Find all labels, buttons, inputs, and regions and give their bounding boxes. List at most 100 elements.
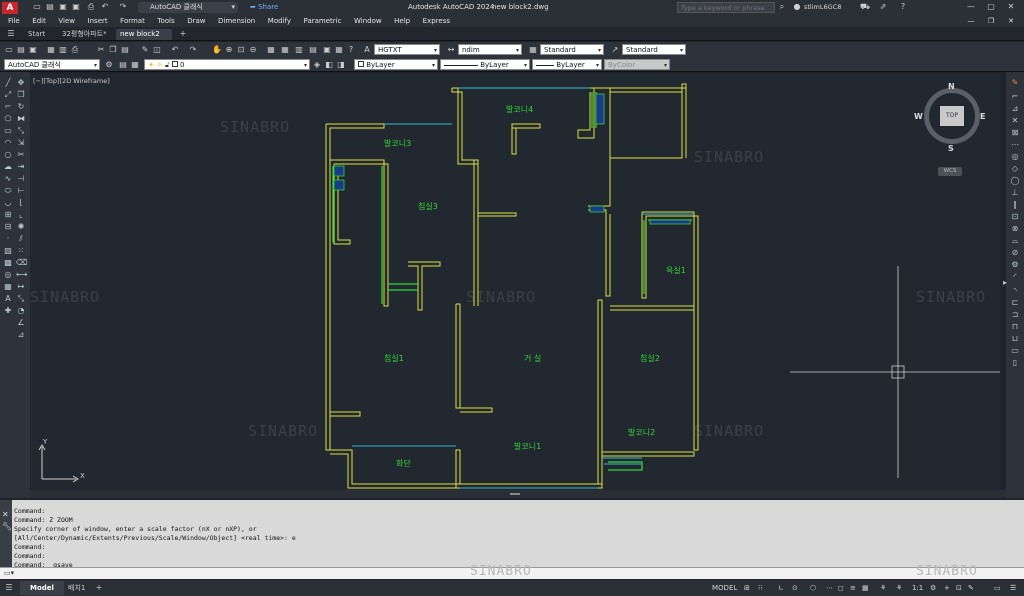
line-tool-icon[interactable]: ╱ <box>3 78 13 88</box>
compass-south[interactable]: S <box>948 144 954 153</box>
menu-edit[interactable]: Edit <box>32 15 46 27</box>
paste-icon[interactable]: ▤ <box>120 45 130 55</box>
snap-extra2-icon[interactable]: ⊐ <box>1010 310 1020 320</box>
spline-tool-icon[interactable]: ∿ <box>3 174 13 184</box>
rotate-tool-icon[interactable]: ↻ <box>16 102 26 112</box>
scroll-right-icon[interactable]: ▸ <box>1000 278 1010 288</box>
save-icon[interactable]: ▣ <box>58 2 68 12</box>
search-input[interactable] <box>677 2 775 13</box>
extend-tool-icon[interactable]: ⇥ <box>16 162 26 172</box>
help-icon[interactable]: ? <box>898 2 908 12</box>
snap-parallel-icon[interactable]: ∥ <box>1010 200 1020 210</box>
lineweight-dropdown[interactable]: ByLayer ▾ <box>532 59 602 70</box>
isolate-icon[interactable]: ✎ <box>968 583 974 593</box>
close-cmd-icon[interactable]: ✕ <box>2 510 9 519</box>
compass-west[interactable]: W <box>914 112 923 121</box>
snap-insert-icon[interactable]: ⊡ <box>1010 212 1020 222</box>
trim-tool-icon[interactable]: ✂ <box>16 150 26 160</box>
share-button[interactable]: ➦ Share <box>250 2 278 13</box>
stretch-tool-icon[interactable]: ⇲ <box>16 138 26 148</box>
snap-extra5-icon[interactable]: ▭ <box>1010 346 1020 356</box>
ellipse-arc-tool-icon[interactable]: ◡ <box>3 198 13 208</box>
drawing-area[interactable]: [−][Top][2D Wireframe] SINABRO SINABRO S… <box>30 74 1000 490</box>
markup-icon[interactable]: ▣ <box>322 45 332 55</box>
maximize-icon[interactable]: ▢ <box>986 2 996 12</box>
snap-extra3-icon[interactable]: ⊓ <box>1010 322 1020 332</box>
menu-draw[interactable]: Draw <box>187 15 205 27</box>
menu-format[interactable]: Format <box>120 15 145 27</box>
user-icon[interactable]: ● <box>792 2 802 12</box>
isodraft-icon[interactable]: ⬡ <box>810 583 816 593</box>
point-tool-icon[interactable]: · <box>3 234 13 244</box>
scroll-grip-icon[interactable] <box>510 493 520 495</box>
minimize-icon[interactable]: — <box>966 2 976 12</box>
lineweight-icon[interactable]: ≡ <box>850 583 856 593</box>
cut-icon[interactable]: ✂ <box>96 45 106 55</box>
rectangle-tool-icon[interactable]: ▭ <box>3 126 13 136</box>
tab-model[interactable]: Model <box>20 581 64 595</box>
menu-file[interactable]: File <box>8 15 20 27</box>
viewcube-top-face[interactable]: TOP <box>940 106 964 126</box>
copy-tool-icon[interactable]: ❐ <box>16 90 26 100</box>
circle-tool-icon[interactable]: ○ <box>3 150 13 160</box>
wcs-menu[interactable]: WCS <box>938 167 962 176</box>
polygon-tool-icon[interactable]: ⬠ <box>3 114 13 124</box>
dim-radius-icon[interactable]: ◔ <box>16 306 26 316</box>
otrack-icon[interactable]: ⋯ <box>826 583 833 593</box>
textstyle-icon[interactable]: A <box>362 45 372 55</box>
menu-tools[interactable]: Tools <box>157 15 174 27</box>
snap-center-icon[interactable]: ◎ <box>1010 152 1020 162</box>
blockeditor-icon[interactable]: ◫ <box>152 45 162 55</box>
tab-start[interactable]: Start <box>24 29 49 40</box>
menu-help[interactable]: Help <box>394 15 410 27</box>
hamburger-icon[interactable]: ☰ <box>6 29 16 39</box>
erase-tool-icon[interactable]: ⌫ <box>16 258 27 268</box>
close-icon[interactable]: ✕ <box>1006 2 1016 12</box>
new-file-icon[interactable]: ▭ <box>32 2 42 12</box>
menu-view[interactable]: View <box>58 15 75 27</box>
menu-insert[interactable]: Insert <box>88 15 108 27</box>
ortho-icon[interactable]: ∟ <box>778 583 784 593</box>
units-icon[interactable]: ⊡ <box>956 583 962 593</box>
arc-icon[interactable]: ◜ <box>1010 272 1020 282</box>
grid-icon[interactable]: ⊞ <box>744 583 750 593</box>
layouts-menu-icon[interactable]: ☰ <box>4 583 14 593</box>
toolpalettes-icon[interactable]: ▥ <box>294 45 304 55</box>
snap-perpendicular-icon[interactable]: ⊥ <box>1010 188 1020 198</box>
snap-endpoint-icon[interactable]: ⌐ <box>1010 92 1020 102</box>
color-dropdown[interactable]: ByLayer ▾ <box>354 59 438 70</box>
snap-node-icon[interactable]: ⊗ <box>1010 224 1020 234</box>
snap-nearest-icon[interactable]: ⌓ <box>1010 236 1020 246</box>
annotation-monitor-icon[interactable]: + <box>944 583 950 593</box>
snap-extra6-icon[interactable]: ▯ <box>1010 358 1020 368</box>
layer-previous-icon[interactable]: ◧ <box>324 60 334 70</box>
mleader-style-dropdown[interactable]: Standard ▾ <box>622 44 686 55</box>
snap-none-icon[interactable]: ⊘ <box>1010 248 1020 258</box>
snap-more-icon[interactable]: ◝ <box>1010 286 1020 296</box>
snap-icon[interactable]: ⁝⁝ <box>758 583 762 593</box>
command-prompt-icon[interactable]: ▭▾ <box>4 569 14 577</box>
scale-tool-icon[interactable]: ⤡ <box>16 126 26 136</box>
gradient-tool-icon[interactable]: ▩ <box>3 258 13 268</box>
add-selected-icon[interactable]: ✚ <box>3 306 13 316</box>
mtext-tool-icon[interactable]: A <box>3 294 13 304</box>
zoom-window-icon[interactable]: ⊡ <box>236 45 246 55</box>
compass-north[interactable]: N <box>948 82 955 91</box>
plot-icon[interactable]: ⎙ <box>86 2 96 12</box>
layer-properties-icon[interactable]: ▤ <box>118 60 128 70</box>
mleaderstyle-icon[interactable]: ↗ <box>610 45 620 55</box>
snap-extra4-icon[interactable]: ⊔ <box>1010 334 1020 344</box>
break-tool-icon[interactable]: ⊣ <box>16 174 26 184</box>
annotation-scale[interactable]: 1:1 <box>912 583 923 593</box>
xline-tool-icon[interactable]: ⤢ <box>3 90 13 100</box>
pan-icon[interactable]: ✋ <box>212 45 222 55</box>
quickcalc-icon[interactable]: ▦ <box>334 45 344 55</box>
tab-apartment[interactable]: 32평형아파트* <box>58 29 111 40</box>
redo-icon[interactable]: ↷ <box>118 2 128 12</box>
osnap-icon[interactable]: ◻ <box>838 583 844 593</box>
dim-style-dropdown[interactable]: ndim ▾ <box>458 44 522 55</box>
ellipse-tool-icon[interactable]: ⬭ <box>3 186 13 196</box>
lengthen-tool-icon[interactable]: ⟷ <box>16 270 27 280</box>
dim-linear-icon[interactable]: ↦ <box>16 282 26 292</box>
plotstyle-dropdown[interactable]: ByColor ▾ <box>604 59 670 70</box>
